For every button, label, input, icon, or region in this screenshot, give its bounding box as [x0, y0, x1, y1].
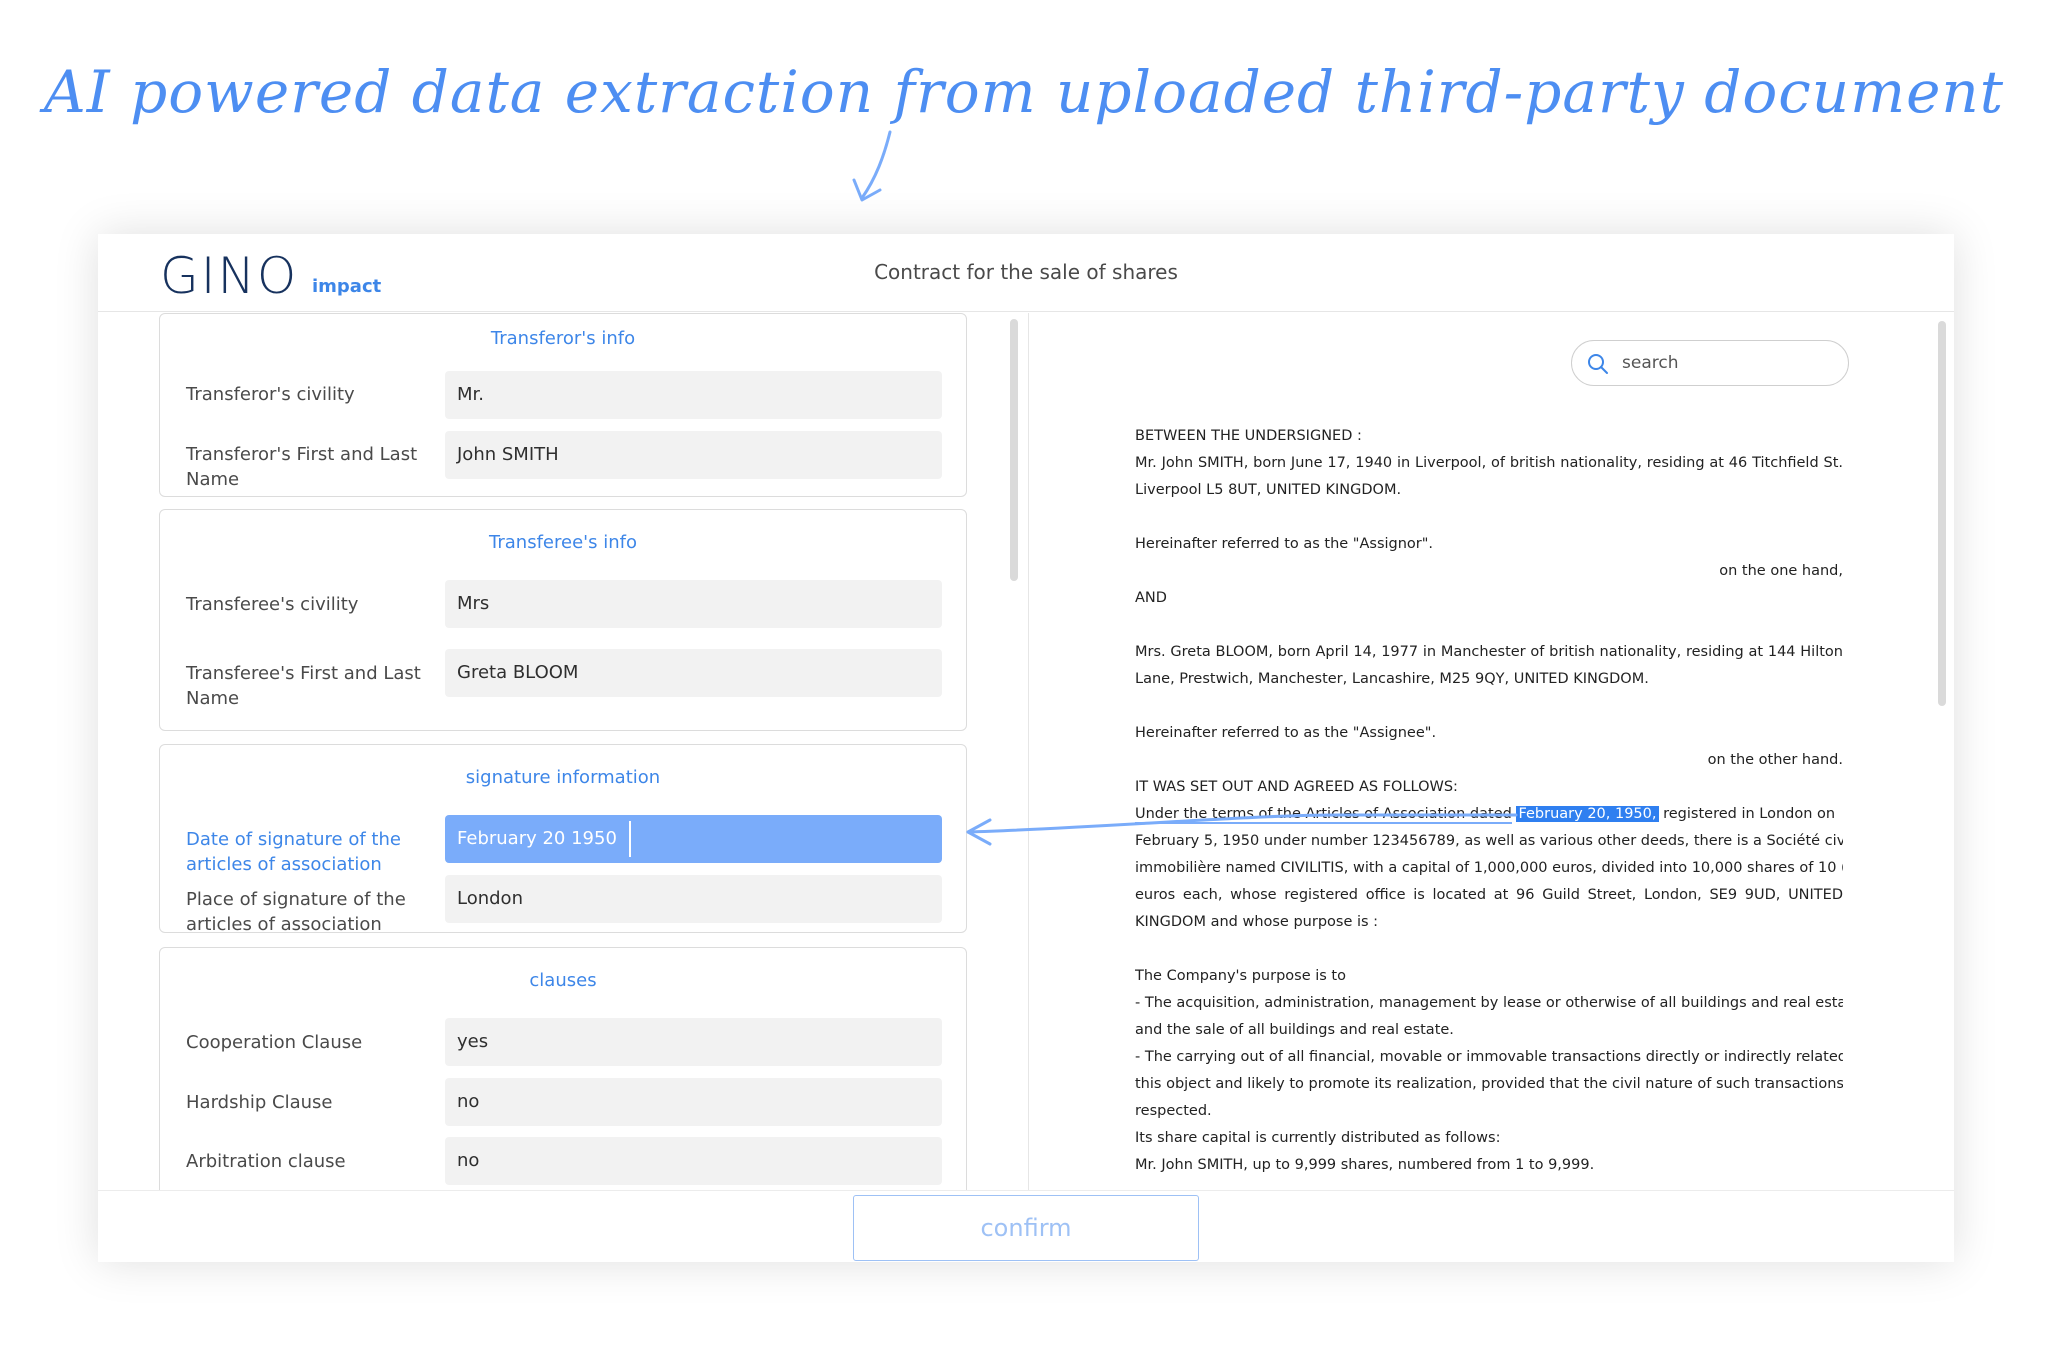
- text-cursor: [628, 821, 631, 857]
- document-line: euros each, whose registered office is l…: [1135, 887, 1843, 903]
- field-label: Place of signature of the articles of as…: [186, 889, 406, 933]
- field-label: Transferor's civility: [186, 384, 355, 405]
- document-viewer-pane: BETWEEN THE UNDERSIGNED : Mr. John SMITH…: [1028, 313, 1954, 1190]
- transferor-card: Transferor's info Transferor's civility …: [159, 313, 967, 497]
- linked-text: Under the terms of the Articles of Assoc…: [1135, 806, 1512, 824]
- document-line: Mrs. Greta BLOOM, born April 14, 1977 in…: [1135, 644, 1843, 660]
- transferee-name-field[interactable]: Greta BLOOM: [445, 649, 942, 697]
- signature-place-field[interactable]: London: [445, 875, 942, 923]
- document-line: Hereinafter referred to as the "Assignee…: [1135, 725, 1437, 741]
- document-title: Contract for the sale of shares: [874, 260, 1178, 284]
- top-bar: GINO impact Contract for the sale of sha…: [98, 234, 1954, 312]
- document-line: this object and likely to promote its re…: [1135, 1076, 1843, 1092]
- card-title: signature information: [465, 767, 661, 788]
- document-line: immobilière named CIVILITIS, with a capi…: [1135, 860, 1843, 876]
- card-title: Transferor's info: [490, 328, 636, 349]
- signature-card: signature information Date of signature …: [159, 744, 967, 933]
- transferor-civility-field[interactable]: Mr.: [445, 371, 942, 419]
- bottom-bar: confirm: [98, 1190, 1954, 1262]
- document-text-segment: registered in London on: [1658, 806, 1836, 822]
- field-label: Transferee's civility: [186, 594, 359, 615]
- document-line: IT WAS SET OUT AND AGREED AS FOLLOWS:: [1135, 779, 1458, 795]
- confirm-button[interactable]: confirm: [853, 1195, 1199, 1261]
- left-scrollbar[interactable]: [1010, 319, 1018, 581]
- field-label: Cooperation Clause: [186, 1032, 363, 1053]
- annotation-arrow-icon: [852, 130, 892, 202]
- headline-annotation: AI powered data extraction from uploaded…: [43, 58, 2005, 126]
- extracted-date-highlight[interactable]: February 20, 1950,: [1516, 806, 1659, 822]
- hardship-clause-field[interactable]: no: [445, 1078, 942, 1126]
- signature-date-field[interactable]: February 20 1950: [445, 815, 942, 863]
- document-line: Liverpool L5 8UT, UNITED KINGDOM.: [1135, 482, 1402, 498]
- document-line: - The acquisition, administration, manag…: [1135, 995, 1843, 1011]
- power-icon: [310, 256, 312, 258]
- right-scrollbar[interactable]: [1938, 321, 1946, 706]
- document-line: on the other hand.: [1707, 752, 1843, 768]
- document-line: - The carrying out of all financial, mov…: [1135, 1049, 1843, 1065]
- document-line: Mr. John SMITH, up to 9,999 shares, numb…: [1135, 1157, 1595, 1173]
- document-line: respected.: [1135, 1103, 1212, 1119]
- field-label-active: Date of signature of the articles of ass…: [186, 829, 401, 875]
- extraction-form-pane: Transferor's info Transferor's civility …: [98, 313, 1028, 1190]
- document-line-highlighted: Under the terms of the Articles of Assoc…: [1135, 801, 1843, 828]
- search-box[interactable]: [1571, 340, 1849, 386]
- document-line: AND: [1135, 590, 1167, 606]
- search-input[interactable]: [1622, 349, 1832, 377]
- document-line: Lane, Prestwich, Manchester, Lancashire,…: [1135, 671, 1649, 687]
- document-line: February 5, 1950 under number 123456789,…: [1135, 833, 1843, 849]
- document-line: The Company's purpose is to: [1135, 968, 1346, 984]
- transferor-name-field[interactable]: John SMITH: [445, 431, 942, 479]
- transferee-card: Transferee's info Transferee's civility …: [159, 509, 967, 731]
- search-icon: [1588, 354, 1608, 374]
- field-label: Arbitration clause: [186, 1151, 346, 1172]
- clauses-card: clauses Cooperation Clause yes Hardship …: [159, 947, 967, 1190]
- field-label: Hardship Clause: [186, 1092, 333, 1113]
- document-line: Its share capital is currently distribut…: [1135, 1130, 1501, 1146]
- app-window: GINO impact Contract for the sale of sha…: [98, 234, 1954, 1262]
- signature-date-value: February 20 1950: [457, 828, 617, 849]
- transferee-civility-field[interactable]: Mrs: [445, 580, 942, 628]
- document-line: Mr. John SMITH, born June 17, 1940 in Li…: [1135, 455, 1843, 471]
- document-line: and the sale of all buildings and real e…: [1135, 1022, 1454, 1038]
- field-label: Transferor's First and Last Name: [186, 444, 418, 490]
- card-title: Transferee's info: [489, 532, 637, 553]
- document-line: KINGDOM and whose purpose is :: [1135, 914, 1379, 930]
- document-line: Hereinafter referred to as the "Assignor…: [1135, 536, 1434, 552]
- document-line: on the one hand,: [1719, 563, 1843, 579]
- cooperation-clause-field[interactable]: yes: [445, 1018, 942, 1066]
- card-title: clauses: [529, 970, 597, 991]
- arbitration-clause-field[interactable]: no: [445, 1137, 942, 1185]
- field-label: Transferee's First and Last Name: [186, 663, 421, 709]
- document-line: BETWEEN THE UNDERSIGNED :: [1135, 428, 1362, 444]
